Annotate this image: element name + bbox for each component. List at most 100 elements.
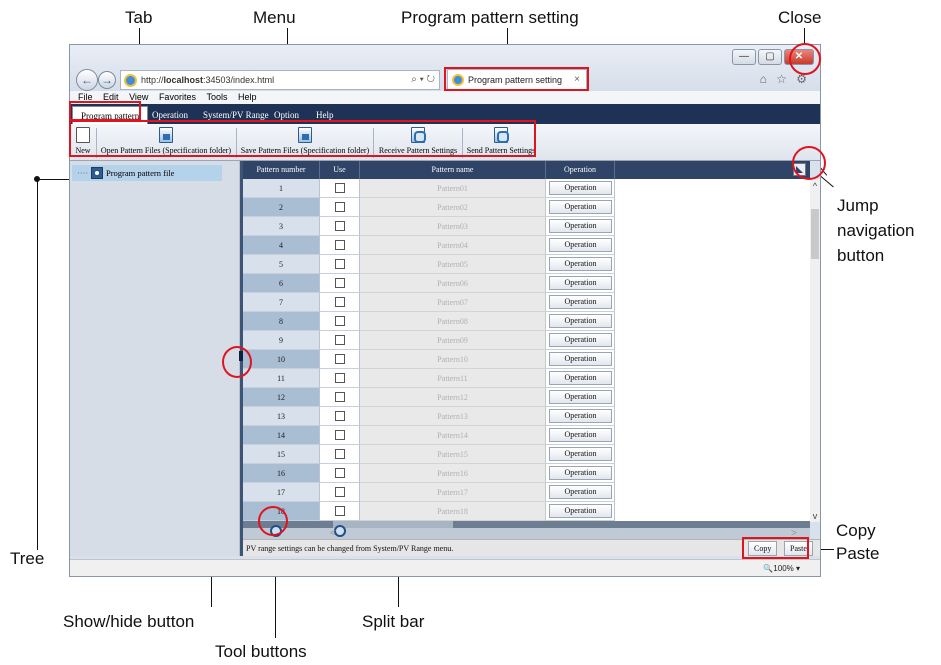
operation-cell: Operation <box>546 464 615 483</box>
operation-button[interactable]: Operation <box>549 333 612 347</box>
table-row: 15 Pattern15 Operation <box>243 445 615 464</box>
operation-button[interactable]: Operation <box>549 181 612 195</box>
tree-connector: ···· <box>77 168 89 178</box>
address-bar[interactable]: http://localhost:34503/index.html ⌕ ▾ ↻ <box>120 70 440 90</box>
pattern-number-cell: 6 <box>243 274 320 293</box>
pattern-number-cell: 3 <box>243 217 320 236</box>
zoom-level[interactable]: 🔍100% ▾ <box>763 560 800 576</box>
operation-button[interactable]: Operation <box>549 295 612 309</box>
menu-favorites[interactable]: Favorites <box>159 92 196 102</box>
pattern-name-cell[interactable]: Pattern10 <box>360 350 546 369</box>
scroll-left-icon[interactable]: < <box>330 528 336 539</box>
pattern-name-cell[interactable]: Pattern06 <box>360 274 546 293</box>
browser-menu-bar: File Edit View Favorites Tools Help <box>70 91 820 104</box>
pattern-name-cell[interactable]: Pattern05 <box>360 255 546 274</box>
menu-tools[interactable]: Tools <box>206 92 227 102</box>
use-checkbox[interactable] <box>335 202 345 212</box>
forward-icon[interactable]: → <box>98 71 116 89</box>
scroll-up-icon[interactable]: ^ <box>810 181 820 191</box>
scroll-thumb[interactable] <box>811 209 819 259</box>
pattern-name-cell[interactable]: Pattern17 <box>360 483 546 502</box>
operation-cell: Operation <box>546 445 615 464</box>
use-checkbox[interactable] <box>335 221 345 231</box>
pattern-name-cell[interactable]: Pattern08 <box>360 312 546 331</box>
ie-icon <box>124 74 137 87</box>
pattern-name-cell[interactable]: Pattern02 <box>360 198 546 217</box>
pattern-name-cell[interactable]: Pattern01 <box>360 179 546 198</box>
leader-tree-v <box>37 179 38 550</box>
pattern-name-cell[interactable]: Pattern09 <box>360 331 546 350</box>
use-checkbox[interactable] <box>335 240 345 250</box>
scroll-down-icon[interactable]: v <box>810 511 820 521</box>
use-checkbox[interactable] <box>335 278 345 288</box>
vertical-scrollbar[interactable]: ^ v <box>810 179 820 522</box>
pattern-number-cell: 1 <box>243 179 320 198</box>
use-checkbox[interactable] <box>335 316 345 326</box>
use-checkbox[interactable] <box>335 373 345 383</box>
pattern-name-cell[interactable]: Pattern12 <box>360 388 546 407</box>
pattern-name-cell[interactable]: Pattern14 <box>360 426 546 445</box>
operation-button[interactable]: Operation <box>549 447 612 461</box>
search-refresh-icon[interactable]: ⌕ ▾ ↻ <box>411 71 435 89</box>
pattern-number-cell: 13 <box>243 407 320 426</box>
use-checkbox[interactable] <box>335 354 345 364</box>
use-cell <box>320 445 360 464</box>
pattern-name-cell[interactable]: Pattern13 <box>360 407 546 426</box>
operation-cell: Operation <box>546 312 615 331</box>
operation-button[interactable]: Operation <box>549 314 612 328</box>
back-icon[interactable]: ← <box>76 69 98 91</box>
use-checkbox[interactable] <box>335 506 345 516</box>
pattern-name-cell[interactable]: Pattern07 <box>360 293 546 312</box>
pattern-number-cell: 14 <box>243 426 320 445</box>
pattern-name-cell[interactable]: Pattern18 <box>360 502 546 521</box>
callout-jump-2: navigation <box>837 221 915 240</box>
pattern-name-cell[interactable]: Pattern11 <box>360 369 546 388</box>
highlight-jump-nav <box>792 146 826 180</box>
pattern-name-cell[interactable]: Pattern16 <box>360 464 546 483</box>
menu-help[interactable]: Help <box>238 92 257 102</box>
operation-button[interactable]: Operation <box>549 409 612 423</box>
status-message: PV range settings can be changed from Sy… <box>246 544 454 553</box>
operation-button[interactable]: Operation <box>549 371 612 385</box>
minimize-button[interactable]: — <box>732 49 756 65</box>
operation-button[interactable]: Operation <box>549 219 612 233</box>
tree-item-program-pattern-file[interactable]: ···· Program pattern file <box>72 165 222 181</box>
grid-header: Pattern number Use Pattern name Operatio… <box>243 161 810 179</box>
use-checkbox[interactable] <box>335 449 345 459</box>
leader-tree-h <box>37 179 71 180</box>
highlight-show-hide <box>222 346 252 378</box>
operation-button[interactable]: Operation <box>549 504 612 518</box>
pattern-number-cell: 8 <box>243 312 320 331</box>
pattern-number-cell: 12 <box>243 388 320 407</box>
pattern-name-cell[interactable]: Pattern15 <box>360 445 546 464</box>
use-checkbox[interactable] <box>335 335 345 345</box>
operation-button[interactable]: Operation <box>549 257 612 271</box>
operation-button[interactable]: Operation <box>549 390 612 404</box>
use-checkbox[interactable] <box>335 297 345 307</box>
horizontal-scroll-thumb[interactable] <box>333 521 453 528</box>
use-checkbox[interactable] <box>335 411 345 421</box>
horizontal-scroll-track[interactable] <box>243 521 810 528</box>
operation-button[interactable]: Operation <box>549 238 612 252</box>
use-checkbox[interactable] <box>335 468 345 478</box>
pattern-name-cell[interactable]: Pattern03 <box>360 217 546 236</box>
table-row: 3 Pattern03 Operation <box>243 217 615 236</box>
use-checkbox[interactable] <box>335 392 345 402</box>
operation-button[interactable]: Operation <box>549 276 612 290</box>
use-checkbox[interactable] <box>335 487 345 497</box>
operation-button[interactable]: Operation <box>549 352 612 366</box>
pattern-name-cell[interactable]: Pattern04 <box>360 236 546 255</box>
use-checkbox[interactable] <box>335 183 345 193</box>
use-checkbox[interactable] <box>335 259 345 269</box>
col-operation: Operation <box>546 161 615 179</box>
operation-cell: Operation <box>546 331 615 350</box>
maximize-button[interactable]: ▢ <box>758 49 782 65</box>
operation-cell: Operation <box>546 274 615 293</box>
use-checkbox[interactable] <box>335 430 345 440</box>
operation-cell: Operation <box>546 198 615 217</box>
operation-button[interactable]: Operation <box>549 428 612 442</box>
operation-button[interactable]: Operation <box>549 466 612 480</box>
operation-button[interactable]: Operation <box>549 485 612 499</box>
pattern-number-cell: 2 <box>243 198 320 217</box>
operation-button[interactable]: Operation <box>549 200 612 214</box>
